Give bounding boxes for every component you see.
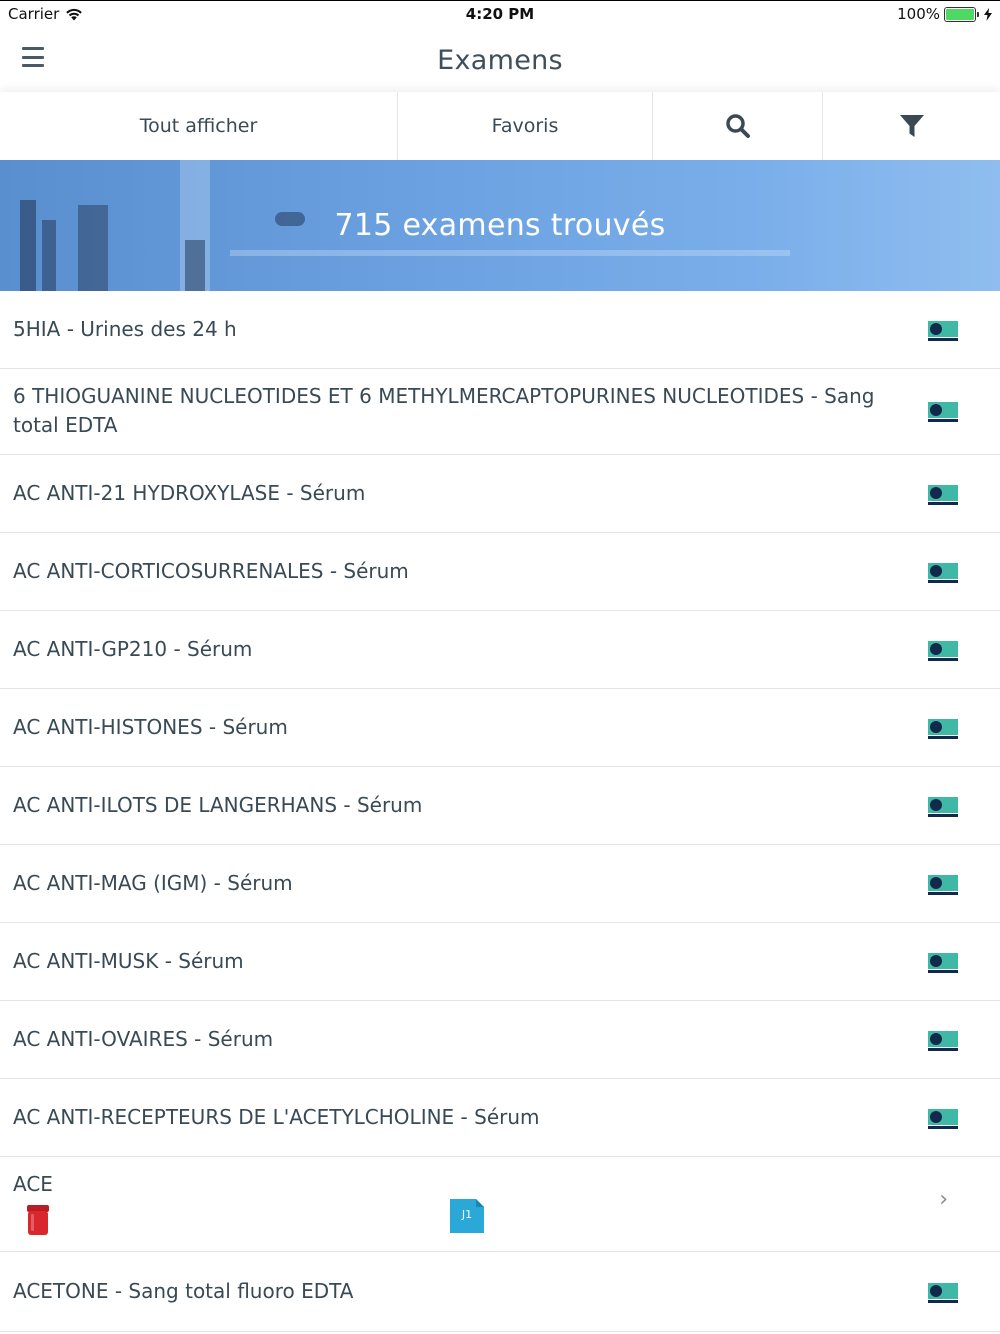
list-item[interactable]: AC ANTI-21 HYDROXYLASE - Sérum	[0, 455, 1000, 533]
menu-bar	[22, 47, 44, 50]
list-item[interactable]: AC ANTI-HISTONES - Sérum	[0, 689, 1000, 767]
list-item[interactable]: AC ANTI-ILOTS DE LANGERHANS - Sérum	[0, 767, 1000, 845]
exam-card-icon	[928, 1031, 958, 1051]
banner-decoration	[20, 200, 36, 291]
nav-header: Examens	[0, 28, 1000, 92]
exam-label: ACE	[13, 1172, 53, 1196]
red-tube-icon	[27, 1205, 49, 1235]
filter-icon	[899, 115, 924, 137]
page-title: Examens	[437, 44, 563, 76]
status-bar: Carrier 4:20 PM 100%	[0, 0, 1000, 28]
exam-label: AC ANTI-RECEPTEURS DE L'ACETYLCHOLINE - …	[13, 1105, 540, 1129]
status-right: 100%	[897, 5, 992, 23]
results-count: 715 examens trouvés	[334, 208, 666, 243]
list-item[interactable]: AC ANTI-MAG (IGM) - Sérum	[0, 845, 1000, 923]
list-item[interactable]: AC ANTI-CORTICOSURRENALES - Sérum	[0, 533, 1000, 611]
battery-percent: 100%	[897, 5, 940, 23]
menu-bar	[22, 55, 44, 59]
exam-label: ACETONE - Sang total fluoro EDTA	[13, 1279, 354, 1303]
list-item[interactable]: 6 THIOGUANINE NUCLEOTIDES ET 6 METHYLMER…	[0, 369, 1000, 455]
tab-filter[interactable]	[823, 92, 1000, 160]
exam-card-icon	[928, 1109, 958, 1129]
banner-decoration	[185, 240, 205, 291]
list-item[interactable]: AC ANTI-RECEPTEURS DE L'ACETYLCHOLINE - …	[0, 1079, 1000, 1157]
banner-decoration	[42, 220, 56, 291]
list-item[interactable]: 5HIA - Urines des 24 h	[0, 291, 1000, 369]
status-time: 4:20 PM	[465, 5, 535, 23]
tab-search[interactable]	[653, 92, 823, 160]
menu-icon[interactable]	[22, 47, 44, 67]
exam-label: AC ANTI-CORTICOSURRENALES - Sérum	[13, 559, 409, 583]
menu-bar	[22, 64, 44, 67]
exam-card-icon	[928, 402, 958, 422]
exam-label: AC ANTI-21 HYDROXYLASE - Sérum	[13, 481, 366, 505]
tab-show-all[interactable]: Tout afficher	[0, 92, 398, 160]
chevron-right-icon: ›	[939, 1187, 948, 1212]
exam-card-icon	[928, 641, 958, 661]
exam-label: AC ANTI-OVAIRES - Sérum	[13, 1027, 274, 1051]
charging-icon	[984, 7, 992, 21]
exam-label: AC ANTI-ILOTS DE LANGERHANS - Sérum	[13, 793, 423, 817]
results-banner: 715 examens trouvés	[0, 160, 1000, 291]
exam-card-icon	[928, 563, 958, 583]
banner-decoration	[230, 250, 790, 256]
document-icon[interactable]: J1	[450, 1199, 484, 1233]
exam-card-icon	[928, 797, 958, 817]
exam-label: AC ANTI-GP210 - Sérum	[13, 637, 253, 661]
tab-favorites[interactable]: Favoris	[398, 92, 653, 160]
list-item[interactable]: AC ANTI-MUSK - Sérum	[0, 923, 1000, 1001]
exam-label: 6 THIOGUANINE NUCLEOTIDES ET 6 METHYLMER…	[13, 384, 875, 437]
battery-icon	[944, 6, 979, 22]
exam-card-icon	[928, 321, 958, 341]
exam-list: 5HIA - Urines des 24 h 6 THIOGUANINE NUC…	[0, 291, 1000, 1332]
exam-label: AC ANTI-MUSK - Sérum	[13, 949, 244, 973]
doc-badge-label: J1	[461, 1208, 473, 1221]
list-item-expanded[interactable]: ACE J1 ›	[0, 1157, 1000, 1252]
exam-card-icon	[928, 953, 958, 973]
banner-decoration	[78, 205, 108, 291]
exam-label: 5HIA - Urines des 24 h	[13, 317, 237, 341]
search-icon	[725, 114, 750, 138]
exam-label: AC ANTI-MAG (IGM) - Sérum	[13, 871, 293, 895]
exam-card-icon	[928, 1283, 958, 1303]
list-item[interactable]: AC ANTI-GP210 - Sérum	[0, 611, 1000, 689]
tab-bar: Tout afficher Favoris	[0, 92, 1000, 160]
banner-decoration	[275, 212, 305, 226]
battery-fill	[946, 8, 974, 20]
exam-card-icon	[928, 875, 958, 895]
list-item[interactable]: AC ANTI-OVAIRES - Sérum	[0, 1001, 1000, 1079]
exam-card-icon	[928, 719, 958, 739]
exam-label: AC ANTI-HISTONES - Sérum	[13, 715, 288, 739]
exam-card-icon	[928, 485, 958, 505]
list-item[interactable]: ACETONE - Sang total fluoro EDTA	[0, 1252, 1000, 1332]
